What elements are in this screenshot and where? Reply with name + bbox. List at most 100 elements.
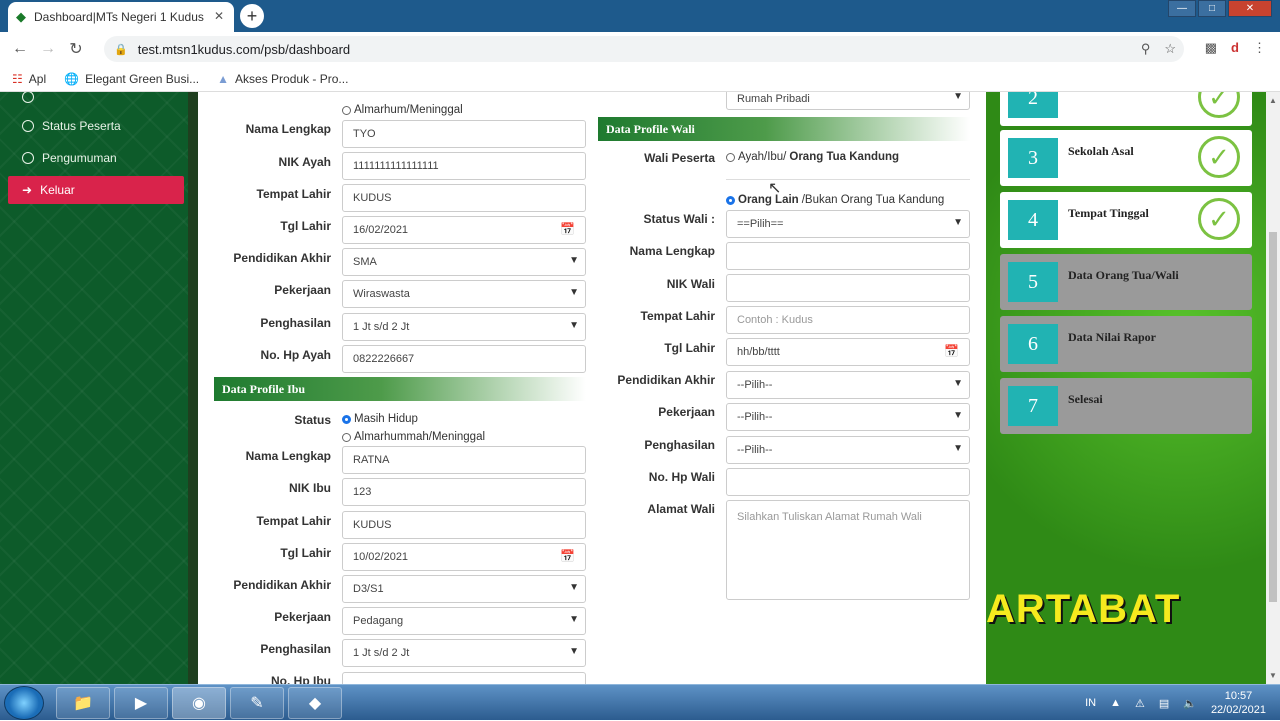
select-value: ==Pilih== <box>737 218 784 230</box>
select-value: D3/S1 <box>353 583 384 595</box>
chevron-down-icon: ▼ <box>569 320 579 331</box>
chevron-down-icon: ▼ <box>953 378 963 389</box>
volume-icon[interactable]: 🔈 <box>1183 697 1197 710</box>
bookmark-elegant[interactable]: 🌐 Elegant Green Busi... <box>64 72 199 86</box>
os-taskbar: 📁 ▶ ◉ ✎ ◆ IN ▲ ⚠ ▤ 🔈 10:57 22/02/2021 <box>0 684 1280 720</box>
close-tab-icon[interactable]: ✕ <box>214 9 224 23</box>
bookmark-apps[interactable]: ☷ Apl <box>12 72 46 86</box>
sidebar-item-hidden[interactable] <box>8 92 184 110</box>
ayah-penghasilan-select[interactable]: 1 Jt s/d 2 Jt ▼ <box>342 313 586 341</box>
site-favicon-icon: ◆ <box>16 9 26 24</box>
start-button[interactable] <box>4 686 44 720</box>
wali-nik-input[interactable] <box>726 274 970 302</box>
sidebar-item-keluar[interactable]: ➜ Keluar <box>8 176 184 204</box>
radio-dot <box>726 152 735 162</box>
calendar-icon[interactable]: 📅 <box>560 222 575 236</box>
browser-tab[interactable]: ◆ Dashboard|MTs Negeri 1 Kudus ✕ <box>8 2 234 32</box>
taskbar-pdf-icon[interactable]: ✎ <box>230 687 284 719</box>
new-tab-button[interactable]: + <box>240 4 264 28</box>
ibu-hp-input[interactable] <box>342 672 586 684</box>
step-2[interactable]: 2 ✓ <box>1000 92 1252 126</box>
clock[interactable]: 10:57 22/02/2021 <box>1211 689 1266 717</box>
ibu-pekerjaan-select[interactable]: Pedagang ▼ <box>342 607 586 635</box>
url-text: test.mtsn1kudus.com/psb/dashboard <box>137 41 351 57</box>
taskbar-media-player-icon[interactable]: ▶ <box>114 687 168 719</box>
wali-penghasilan-select[interactable]: --Pilih-- ▼ <box>726 436 970 464</box>
network-warning-icon[interactable]: ⚠ <box>1135 697 1145 710</box>
taskbar-chrome-icon[interactable]: ◉ <box>172 687 226 719</box>
radio-dot <box>342 432 351 442</box>
wali-alamat-textarea[interactable]: Silahkan Tuliskan Alamat Rumah Wali <box>726 500 970 600</box>
sidebar-item-pengumuman[interactable]: Pengumuman <box>8 145 184 171</box>
window-controls: — □ ✕ <box>1168 0 1272 17</box>
close-window-button[interactable]: ✕ <box>1228 0 1272 17</box>
forward-arrow-icon[interactable]: → <box>34 40 62 58</box>
ayah-status-meninggal-radio[interactable]: Almarhum/Meninggal <box>342 104 463 116</box>
ibu-penghasilan-select[interactable]: 1 Jt s/d 2 Jt ▼ <box>342 639 586 667</box>
signal-icon[interactable]: ▤ <box>1159 697 1169 710</box>
wali-option-ortu-radio[interactable]: Ayah/Ibu/Orang Tua Kandung <box>726 151 899 163</box>
step-5[interactable]: 5 Data Orang Tua/Wali <box>1000 254 1252 310</box>
ibu-nama-input[interactable]: RATNA <box>342 446 586 474</box>
chevron-down-icon: ▼ <box>953 217 963 228</box>
wali-pendidikan-select[interactable]: --Pilih-- ▼ <box>726 371 970 399</box>
back-arrow-icon[interactable]: ← <box>6 40 34 58</box>
mouse-cursor-icon: ↖ <box>768 180 782 197</box>
wali-section-header: Data Profile Wali <box>598 117 970 141</box>
page-scrollbar[interactable]: ▲ ▼ <box>1266 92 1280 684</box>
scroll-down-icon[interactable]: ▼ <box>1269 671 1277 680</box>
wali-option-lain-radio[interactable]: Orang Lain/Bukan Orang Tua Kandung <box>726 194 944 206</box>
extension-icon[interactable]: d <box>1231 40 1239 56</box>
ayah-nik-input[interactable]: 1111111111111111 <box>342 152 586 180</box>
step-7[interactable]: 7 Selesai <box>1000 378 1252 434</box>
wali-status-select[interactable]: ==Pilih== ▼ <box>726 210 970 238</box>
ayah-tgl-input[interactable]: 16/02/2021 📅 <box>342 216 586 244</box>
ibu-status-meninggal-radio[interactable]: Almarhummah/Meninggal <box>342 431 485 443</box>
ayah-hp-input[interactable]: 0822226667 <box>342 345 586 373</box>
tab-title: Dashboard|MTs Negeri 1 Kudus <box>34 10 204 24</box>
scrollbar-thumb[interactable] <box>1269 232 1277 602</box>
ayah-tempat-input[interactable]: KUDUS <box>342 184 586 212</box>
calendar-icon[interactable]: 📅 <box>560 549 575 563</box>
ayah-nama-input[interactable]: TYO <box>342 120 586 148</box>
ibu-nik-input[interactable]: 123 <box>342 478 586 506</box>
ayah-pekerjaan-select[interactable]: Wiraswasta ▼ <box>342 280 586 308</box>
step-6[interactable]: 6 Data Nilai Rapor <box>1000 316 1252 372</box>
wali-tempat-input[interactable]: Contoh : Kudus <box>726 306 970 334</box>
ayah-tempat-label: Tempat Lahir <box>256 187 331 201</box>
minimize-button[interactable]: — <box>1168 0 1196 17</box>
taskbar-explorer-icon[interactable]: 📁 <box>56 687 110 719</box>
maximize-button[interactable]: □ <box>1198 0 1226 17</box>
ayah-pendidikan-select[interactable]: SMA ▼ <box>342 248 586 276</box>
sidebar-item-status-peserta[interactable]: Status Peserta <box>8 113 184 139</box>
tray-expand-icon[interactable]: ▲ <box>1110 697 1121 709</box>
ibu-tempat-input[interactable]: KUDUS <box>342 511 586 539</box>
ibu-penghasilan-label: Penghasilan <box>260 642 331 656</box>
bookmark-akses[interactable]: ▲ Akses Produk - Pro... <box>217 72 348 86</box>
wali-pekerjaan-select[interactable]: --Pilih-- ▼ <box>726 403 970 431</box>
wali-nama-input[interactable] <box>726 242 970 270</box>
wali-hp-input[interactable] <box>726 468 970 496</box>
chevron-down-icon: ▼ <box>953 410 963 421</box>
zoom-icon[interactable]: ⚲ <box>1141 41 1151 57</box>
chevron-down-icon: ▼ <box>569 646 579 657</box>
ibu-pendidikan-select[interactable]: D3/S1 ▼ <box>342 575 586 603</box>
extensions-puzzle-icon[interactable]: ▩ <box>1205 40 1217 56</box>
scroll-up-icon[interactable]: ▲ <box>1269 96 1277 105</box>
calendar-icon[interactable]: 📅 <box>944 344 959 358</box>
ibu-status-hidup-radio[interactable]: Masih Hidup <box>342 413 418 425</box>
ibu-pendidikan-label: Pendidikan Akhir <box>233 578 331 592</box>
taskbar-editor-icon[interactable]: ◆ <box>288 687 342 719</box>
chevron-down-icon: ▼ <box>569 255 579 266</box>
bookmark-star-icon[interactable]: ☆ <box>1164 41 1176 57</box>
step-4[interactable]: 4 Tempat Tinggal ✓ <box>1000 192 1252 248</box>
menu-kebab-icon[interactable]: ⋮ <box>1253 40 1266 56</box>
wali-tgl-input[interactable]: hh/bb/tttt 📅 <box>726 338 970 366</box>
address-bar[interactable]: 🔒 test.mtsn1kudus.com/psb/dashboard ⚲ ☆ <box>104 36 1184 62</box>
reload-icon[interactable]: ↻ <box>62 39 90 59</box>
step-3[interactable]: 3 Sekolah Asal ✓ <box>1000 130 1252 186</box>
ibu-tgl-input[interactable]: 10/02/2021 📅 <box>342 543 586 571</box>
jenis-tinggal-select[interactable]: Rumah Pribadi ▼ <box>726 92 970 110</box>
language-indicator[interactable]: IN <box>1085 697 1096 709</box>
ibu-tempat-label: Tempat Lahir <box>256 514 331 528</box>
